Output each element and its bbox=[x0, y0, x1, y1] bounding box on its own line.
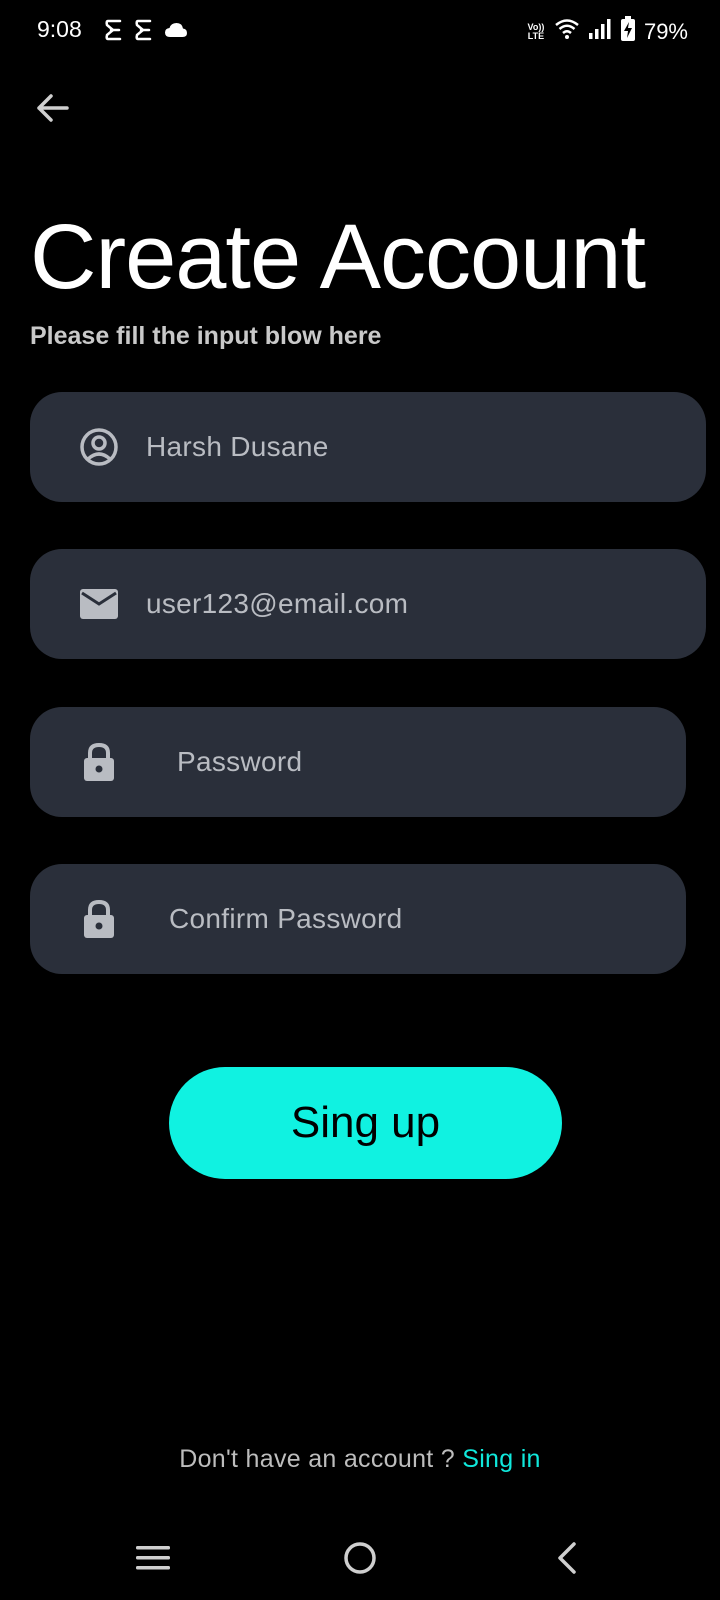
nav-back-button[interactable] bbox=[537, 1530, 597, 1590]
status-notification-icons bbox=[104, 18, 188, 47]
battery-percent: 79% bbox=[643, 18, 688, 44]
status-bar: 9:08 Vo)) LTE 79% bbox=[0, 0, 720, 62]
lock-icon bbox=[78, 898, 120, 940]
email-value: user123@email.com bbox=[146, 588, 409, 619]
page-title: Create Account bbox=[30, 206, 646, 308]
notification-icon bbox=[104, 18, 124, 47]
wifi-icon bbox=[554, 18, 580, 45]
arrow-left-icon bbox=[35, 93, 69, 128]
name-value: Harsh Dusane bbox=[146, 431, 329, 462]
home-icon bbox=[343, 1541, 377, 1580]
back-button[interactable] bbox=[30, 88, 74, 132]
password-placeholder: Password bbox=[177, 746, 303, 777]
system-nav-bar bbox=[0, 1530, 720, 1590]
volte-label-bottom: LTE bbox=[527, 30, 545, 41]
back-icon bbox=[555, 1541, 579, 1580]
signin-prompt-text: Don't have an account ? bbox=[179, 1445, 463, 1473]
signin-prompt: Don't have an account ? Sing in bbox=[0, 1445, 720, 1474]
lock-icon bbox=[78, 741, 120, 783]
signin-link[interactable]: Sing in bbox=[462, 1445, 541, 1473]
cloud-icon bbox=[164, 21, 188, 44]
menu-icon bbox=[136, 1544, 170, 1577]
battery-charging-icon bbox=[620, 16, 636, 47]
status-time: 9:08 bbox=[37, 16, 82, 42]
confirm-password-placeholder: Confirm Password bbox=[169, 903, 403, 934]
menu-button[interactable] bbox=[123, 1530, 183, 1590]
signup-button-label: Sing up bbox=[290, 1098, 441, 1147]
name-field[interactable]: Harsh Dusane bbox=[30, 392, 706, 502]
password-field[interactable]: Password bbox=[30, 707, 686, 817]
confirm-password-field[interactable]: Confirm Password bbox=[30, 864, 686, 974]
email-field[interactable]: user123@email.com bbox=[30, 549, 706, 659]
user-circle-icon bbox=[78, 426, 120, 468]
signal-icon bbox=[588, 18, 612, 45]
status-system-icons: Vo)) LTE 79% bbox=[526, 16, 688, 47]
home-button[interactable] bbox=[330, 1530, 390, 1590]
notification-icon bbox=[134, 18, 154, 47]
signup-button[interactable]: Sing up bbox=[169, 1067, 562, 1179]
volte-icon: Vo)) LTE bbox=[526, 22, 546, 41]
mail-icon bbox=[78, 583, 120, 625]
page-subtitle: Please fill the input blow here bbox=[30, 322, 382, 350]
